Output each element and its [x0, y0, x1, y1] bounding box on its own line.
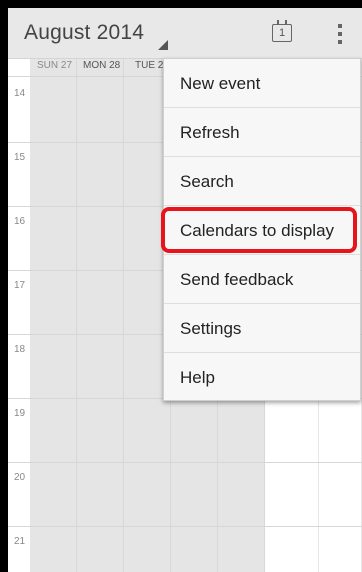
calendar-screen: August 2014 1 14 15 16 17 18 19 20 21 SU…	[8, 8, 362, 572]
hour-divider	[8, 526, 362, 527]
overflow-menu-icon[interactable]	[330, 22, 350, 46]
today-calendar-icon[interactable]: 1	[272, 20, 292, 42]
hour-divider	[8, 462, 362, 463]
hour-label: 21	[14, 536, 26, 547]
menu-item-refresh[interactable]: Refresh	[164, 108, 360, 157]
hour-label: 18	[14, 344, 26, 355]
hour-label: 17	[14, 280, 26, 291]
hour-label: 19	[14, 408, 26, 419]
hour-label: 14	[14, 88, 26, 99]
month-title[interactable]: August 2014	[24, 21, 144, 45]
day-header-mon: MON 28	[83, 60, 121, 71]
day-column-sun[interactable]	[30, 59, 77, 572]
menu-item-new-event[interactable]: New event	[164, 59, 360, 108]
day-column-mon[interactable]	[77, 59, 124, 572]
menu-item-send-feedback[interactable]: Send feedback	[164, 255, 360, 304]
hour-label: 16	[14, 216, 26, 227]
month-dropdown-icon[interactable]	[158, 40, 168, 50]
menu-item-calendars-to-display[interactable]: Calendars to display	[161, 206, 360, 255]
action-bar: August 2014 1	[8, 8, 362, 59]
menu-item-help[interactable]: Help	[164, 353, 360, 402]
hour-column: 14 15 16 17 18 19 20 21	[8, 59, 31, 572]
hour-label: 15	[14, 152, 26, 163]
menu-item-settings[interactable]: Settings	[164, 304, 360, 353]
overflow-menu: New event Refresh Search Calendars to di…	[161, 58, 361, 402]
hour-label: 20	[14, 472, 26, 483]
menu-item-search[interactable]: Search	[164, 157, 360, 206]
